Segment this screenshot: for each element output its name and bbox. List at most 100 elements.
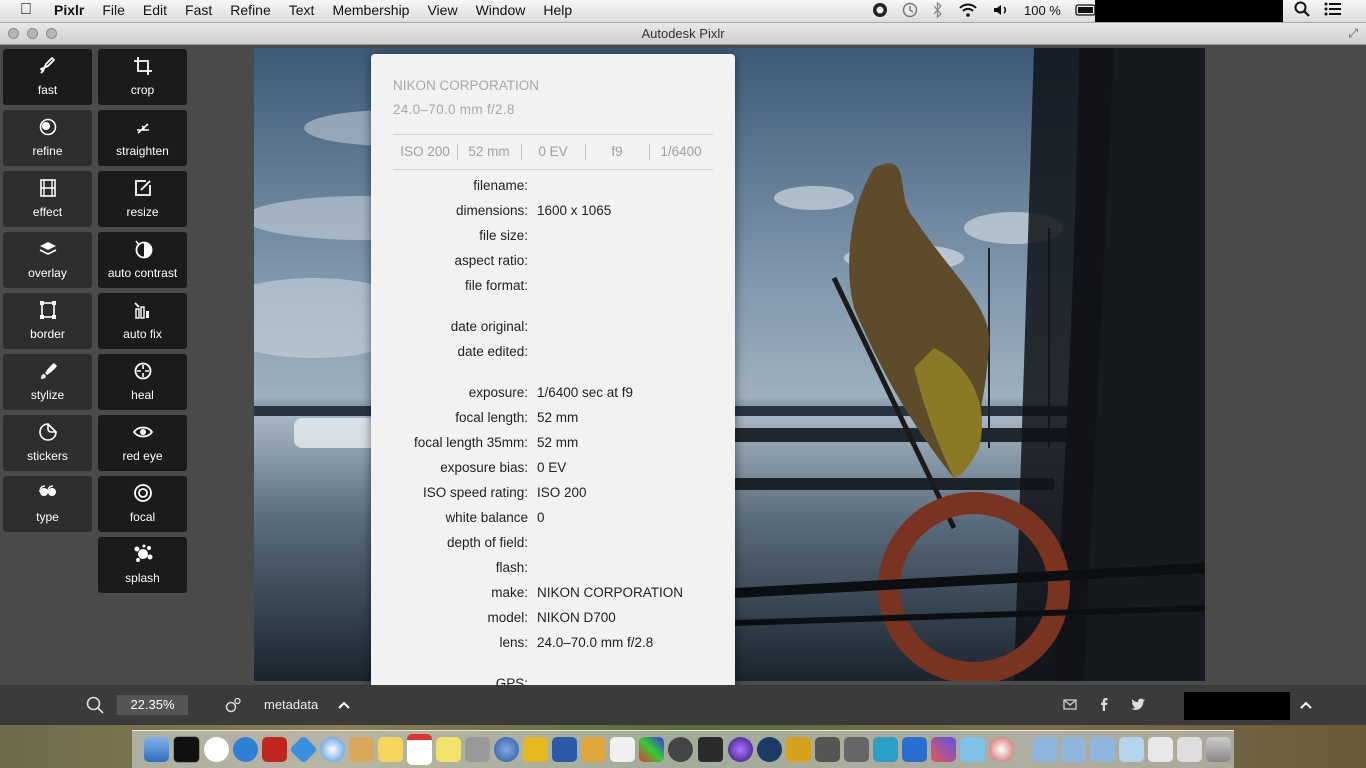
dock-teamviewer-icon[interactable] (233, 737, 258, 762)
wifi-icon[interactable] (958, 2, 978, 18)
twitter-icon[interactable] (1130, 696, 1146, 712)
metadata-key: filename: (473, 178, 528, 193)
tool-border[interactable]: border (3, 293, 92, 349)
menu-text[interactable]: Text (289, 2, 315, 18)
dock-terminal-icon[interactable] (173, 736, 200, 763)
dock-preview-icon[interactable] (610, 737, 635, 762)
status-app-icon[interactable] (872, 2, 888, 18)
menu-window[interactable]: Window (476, 2, 526, 18)
tool-stylize[interactable]: stylize (3, 354, 92, 410)
tool-label: red eye (122, 449, 163, 463)
menu-edit[interactable]: Edit (143, 2, 167, 18)
dock-app-i-icon[interactable] (873, 737, 898, 762)
dock-app-e-icon[interactable] (757, 737, 782, 762)
dock-folder-f-icon[interactable] (1177, 737, 1202, 762)
dock-folder-a-icon[interactable] (1032, 737, 1057, 762)
menu-pixlr[interactable]: Pixlr (54, 2, 84, 18)
chevron-up-icon[interactable] (336, 697, 352, 713)
tool-red-eye[interactable]: red eye (98, 415, 187, 471)
tool-stickers[interactable]: stickers (3, 415, 92, 471)
menu-view[interactable]: View (427, 2, 457, 18)
dock-app-d-icon[interactable] (728, 737, 753, 762)
tool-auto-contrast[interactable]: auto contrast (98, 232, 187, 288)
dock-app-k-icon[interactable] (931, 737, 956, 762)
zoom-icon[interactable] (86, 696, 104, 714)
dock-app-a-icon[interactable] (581, 737, 606, 762)
dock-lightroom-icon[interactable] (697, 736, 724, 763)
dock-folder-c-icon[interactable] (1090, 737, 1115, 762)
menu-membership[interactable]: Membership (332, 2, 409, 18)
tool-type[interactable]: type (3, 476, 92, 532)
tool-fast[interactable]: fast (3, 49, 92, 105)
dock-contacts-icon[interactable] (349, 737, 374, 762)
metadata-toggle[interactable]: metadata (264, 697, 318, 712)
dock-dropbox-icon[interactable] (289, 735, 318, 764)
auto-fix-icon (133, 302, 149, 319)
dock-photo-booth-icon[interactable] (668, 737, 693, 762)
facebook-icon[interactable] (1096, 696, 1112, 712)
metadata-row: date original: (371, 319, 735, 339)
menu-fast[interactable]: Fast (185, 2, 212, 18)
dock-finder-icon[interactable] (144, 737, 169, 762)
bottom-toolbar: 22.35% metadata (0, 685, 1366, 725)
tool-auto-fix[interactable]: auto fix (98, 293, 187, 349)
fullscreen-icon[interactable]: ⤢ (1348, 26, 1358, 41)
apple-logo-icon[interactable]:  (20, 1, 32, 19)
dock-app-h-icon[interactable] (844, 737, 869, 762)
tool-effect[interactable]: effect (3, 171, 92, 227)
dock-trash-icon[interactable] (1206, 737, 1231, 762)
dock-app-m-icon[interactable] (989, 737, 1014, 762)
dock-calculator-icon[interactable] (465, 737, 490, 762)
tool-overlay[interactable]: overlay (3, 232, 92, 288)
exposure-summary: ISO 200 52 mm 0 EV f9 1/6400 (393, 134, 713, 170)
chevron-up-icon[interactable] (1298, 697, 1314, 713)
dock-folder-b-icon[interactable] (1061, 737, 1086, 762)
dock-app-c-icon[interactable] (204, 737, 229, 762)
tool-heal[interactable]: heal (98, 354, 187, 410)
dock-stickies-icon[interactable] (436, 737, 461, 762)
metadata-row: model: NIKON D700 (371, 610, 735, 630)
menu-help[interactable]: Help (543, 2, 572, 18)
dock-safari-icon[interactable] (320, 737, 345, 762)
tool-label: stickers (27, 449, 68, 463)
bluetooth-icon[interactable] (932, 2, 944, 18)
tool-crop[interactable]: crop (98, 49, 187, 105)
camera-make: NIKON CORPORATION (393, 78, 540, 93)
tool-refine[interactable]: refine (3, 110, 92, 166)
metadata-icon[interactable] (224, 696, 242, 714)
spotlight-search-icon[interactable] (1294, 1, 1310, 17)
dock-itunes-icon[interactable] (494, 737, 519, 762)
dock-app-pen-icon[interactable] (523, 737, 548, 762)
tool-label: overlay (28, 266, 67, 280)
tool-straighten[interactable]: straighten (98, 110, 187, 166)
menubar-right (1294, 1, 1342, 17)
notification-center-icon[interactable] (1324, 1, 1342, 17)
tool-focal[interactable]: focal (98, 476, 187, 532)
redacted-box (1184, 692, 1290, 720)
time-machine-icon[interactable] (902, 2, 918, 18)
dock-app-g-icon[interactable] (815, 737, 840, 762)
menu-file[interactable]: File (102, 2, 125, 18)
dock-app-b-icon[interactable] (639, 737, 664, 762)
dock-app-j-icon[interactable] (902, 737, 927, 762)
summary-shutter: 1/6400 (649, 135, 713, 169)
tool-label: fast (37, 83, 58, 97)
dock-calendar-icon[interactable] (407, 734, 432, 765)
metadata-row: aspect ratio: (371, 253, 735, 273)
tool-resize[interactable]: resize (98, 171, 187, 227)
dock-app-l-icon[interactable] (960, 737, 985, 762)
zoom-level-field[interactable]: 22.35% (117, 695, 188, 715)
dock-notes-icon[interactable] (378, 737, 403, 762)
dock-app-f-icon[interactable] (786, 737, 811, 762)
window-title-bar: Autodesk Pixlr ⤢ (0, 23, 1366, 45)
menu-refine[interactable]: Refine (230, 2, 270, 18)
tool-splash[interactable]: splash (98, 537, 187, 593)
dock-filezilla-icon[interactable] (262, 737, 287, 762)
dock-word-icon[interactable] (552, 737, 577, 762)
mail-icon[interactable] (1062, 696, 1078, 712)
dock-folder-d-icon[interactable] (1119, 737, 1144, 762)
battery-percent[interactable]: 100 % (1024, 3, 1061, 18)
summary-aperture: f9 (585, 135, 649, 169)
dock-folder-e-icon[interactable] (1148, 737, 1173, 762)
volume-icon[interactable] (992, 2, 1010, 18)
